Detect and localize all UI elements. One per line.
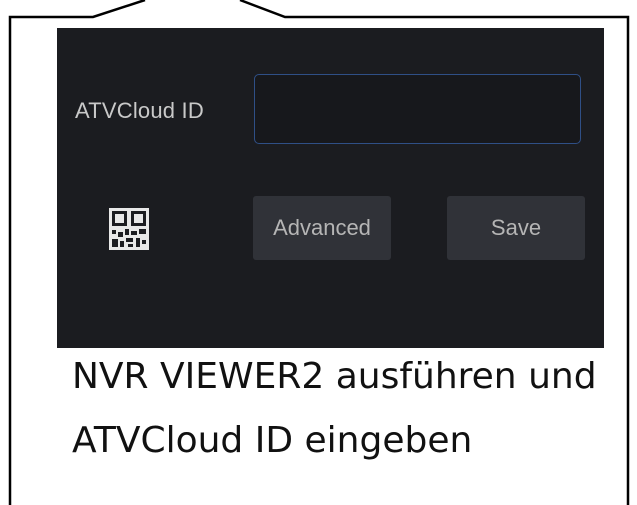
advanced-button[interactable]: Advanced <box>253 196 391 260</box>
app-screenshot-panel: ATVCloud ID Advanced Save <box>57 28 604 348</box>
instruction-caption-line2: ATVCloud ID eingeben <box>72 420 473 461</box>
qr-code-icon[interactable] <box>109 208 149 250</box>
cloud-id-input[interactable] <box>254 74 581 144</box>
cloud-id-label: ATVCloud ID <box>75 98 204 123</box>
save-button[interactable]: Save <box>447 196 585 260</box>
instruction-caption-line1: NVR VIEWER2 ausführen und <box>72 356 597 397</box>
